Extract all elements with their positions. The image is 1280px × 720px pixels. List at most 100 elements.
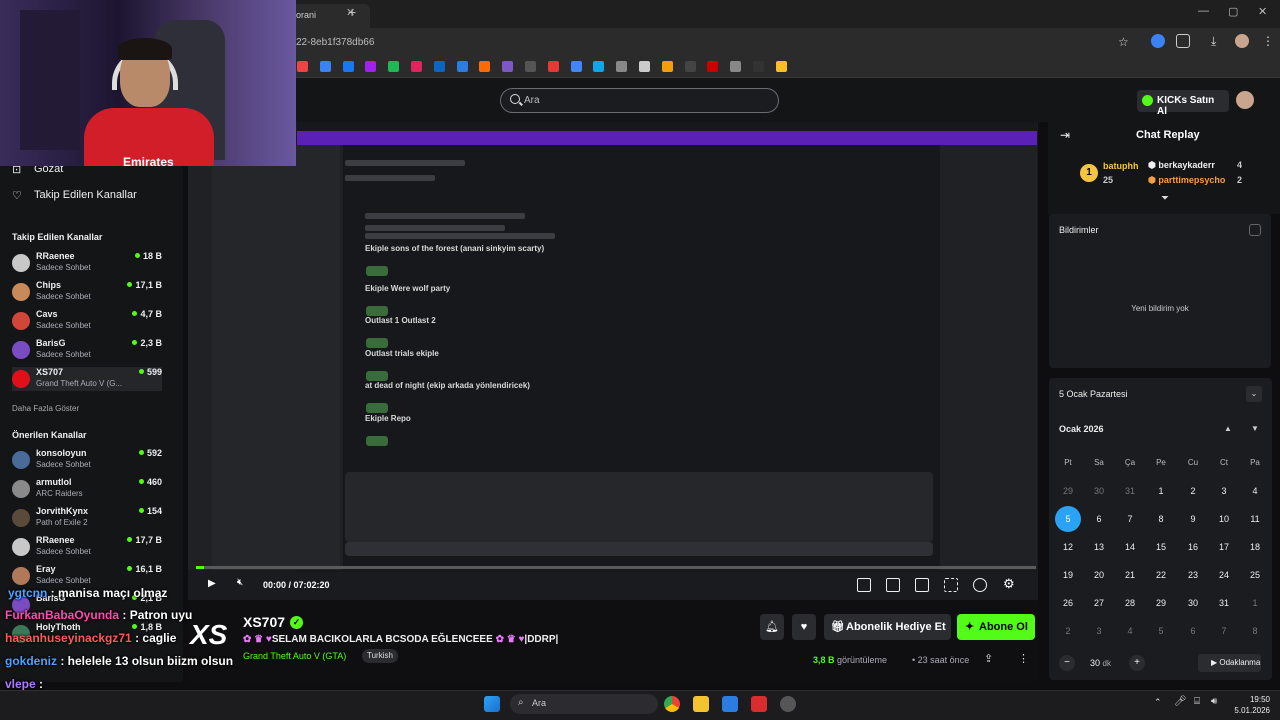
calendar-day[interactable]: 8 (1148, 509, 1174, 529)
calendar-day[interactable]: 8 (1242, 621, 1268, 641)
bookmark-favicon-icon[interactable] (547, 61, 559, 72)
next-month-icon[interactable]: ▼ (1251, 424, 1259, 433)
calendar-day[interactable]: 20 (1086, 565, 1112, 585)
theater-icon[interactable] (915, 578, 929, 592)
network-icon[interactable]: ⌸ (1194, 696, 1200, 707)
bookmark-favicon-icon[interactable] (661, 61, 673, 72)
speed-icon[interactable] (973, 578, 987, 592)
focus-decrease-button[interactable]: − (1059, 655, 1075, 671)
tray-expand-icon[interactable]: ⌃ (1154, 697, 1162, 708)
channel-name[interactable]: XS707 (243, 614, 285, 630)
calendar-day[interactable]: 3 (1211, 481, 1237, 501)
calendar-day[interactable]: 27 (1086, 593, 1112, 613)
subscribe-button[interactable]: ✦ Abone Ol (957, 614, 1035, 640)
gifter-2-name[interactable]: ⬢ berkaykaderr (1148, 160, 1215, 171)
maximize-icon[interactable]: ▢ (1228, 5, 1238, 18)
calendar-day[interactable]: 6 (1180, 621, 1206, 641)
new-tab-icon[interactable]: + (348, 4, 356, 20)
calendar-day[interactable]: 14 (1117, 537, 1143, 557)
calendar-day[interactable]: 30 (1086, 481, 1112, 501)
calendar-day[interactable]: 10 (1211, 509, 1237, 529)
more-options-icon[interactable]: ⋮ (1018, 652, 1029, 665)
app2-icon[interactable] (780, 696, 796, 712)
following-channel[interactable]: BarisG Sadece Sohbet 2,3 B (12, 338, 162, 362)
browser-menu-icon[interactable]: ⋮ (1262, 34, 1274, 48)
fullscreen-icon[interactable] (944, 578, 958, 592)
following-channel[interactable]: Cavs Sadece Sohbet 4,7 B (12, 309, 162, 333)
prev-month-icon[interactable]: ▲ (1224, 424, 1232, 433)
bookmark-favicon-icon[interactable] (342, 61, 354, 72)
calendar-day[interactable]: 13 (1086, 537, 1112, 557)
bookmark-favicon-icon[interactable] (411, 61, 422, 72)
calendar-day[interactable]: 29 (1148, 593, 1174, 613)
file-explorer-icon[interactable] (693, 696, 709, 712)
calendar-day[interactable]: 25 (1242, 565, 1268, 585)
notification-bell-button[interactable]: 🔔︎ (760, 614, 784, 640)
calendar-day[interactable]: 31 (1211, 593, 1237, 613)
bookmark-star-icon[interactable]: ☆ (1118, 35, 1129, 49)
share-icon[interactable]: ⇪ (984, 652, 993, 665)
notification-settings-icon[interactable] (1249, 224, 1261, 236)
collapse-chat-icon[interactable]: ⇥ (1060, 128, 1070, 142)
sidebar-item-following[interactable]: Takip Edilen Kanallar (34, 189, 137, 201)
bookmark-favicon-icon[interactable] (730, 61, 742, 72)
calendar-day[interactable]: 1 (1148, 481, 1174, 501)
calendar-day[interactable]: 29 (1055, 481, 1081, 501)
recommended-channel[interactable]: konsoloyun Sadece Sohbet 592 (12, 448, 162, 472)
calendar-day[interactable]: 15 (1148, 537, 1174, 557)
bookmark-favicon-icon[interactable] (319, 61, 331, 72)
profile-avatar[interactable] (1235, 34, 1249, 48)
store-icon[interactable] (722, 696, 738, 712)
bookmark-favicon-icon[interactable] (456, 61, 468, 72)
focus-increase-button[interactable]: + (1129, 655, 1145, 671)
browser-tab[interactable]: orani (290, 4, 370, 28)
calendar-day[interactable]: 17 (1211, 537, 1237, 557)
mic-icon[interactable]: 🎤︎ (1174, 696, 1187, 707)
buy-kicks-button[interactable]: KICKs Satın Al (1137, 90, 1229, 117)
play-icon[interactable]: ▶ (208, 578, 216, 589)
download-icon[interactable]: ⤓ (1211, 34, 1216, 49)
window-close-icon[interactable]: ✕ (1258, 5, 1267, 18)
app-icon[interactable] (751, 696, 767, 712)
bookmark-favicon-icon[interactable] (753, 61, 764, 72)
gift-sub-button[interactable]: 🎁︎ Abonelik Hediye Et (824, 614, 951, 640)
calendar-day[interactable]: 23 (1180, 565, 1206, 585)
top-gifter-name[interactable]: batuphh (1103, 161, 1139, 171)
user-avatar[interactable] (1236, 91, 1254, 109)
recommended-channel[interactable]: RRaenee Sadece Sohbet 17,7 B (12, 535, 162, 559)
calendar-day[interactable]: 28 (1117, 593, 1143, 613)
mute-icon[interactable]: 🔇︎ (237, 577, 243, 588)
bookmark-favicon-icon[interactable] (775, 61, 787, 72)
calendar-day[interactable]: 7 (1117, 509, 1143, 529)
clip-icon[interactable] (886, 578, 900, 592)
calendar-day[interactable]: 4 (1242, 481, 1268, 501)
calendar-day[interactable]: 2 (1180, 481, 1206, 501)
calendar-day[interactable]: 6 (1086, 509, 1112, 529)
calendar-collapse-icon[interactable]: ⌄ (1246, 386, 1262, 402)
bookmark-favicon-icon[interactable] (479, 61, 491, 72)
settings-gear-icon[interactable]: ⚙ (1003, 576, 1015, 592)
calendar-day[interactable]: 12 (1055, 537, 1081, 557)
extension-icon[interactable] (1151, 34, 1165, 48)
following-channel[interactable]: RRaenee Sadece Sohbet 18 B (12, 251, 162, 275)
calendar-day[interactable]: 7 (1211, 621, 1237, 641)
recommended-channel[interactable]: armutlol ARC Raiders 460 (12, 477, 162, 501)
calendar-day[interactable]: 11 (1242, 509, 1268, 529)
start-button-icon[interactable] (484, 696, 500, 712)
channel-logo[interactable]: XS (190, 619, 227, 651)
calendar-day[interactable]: 9 (1180, 509, 1206, 529)
bookmark-favicon-icon[interactable] (616, 61, 628, 72)
calendar-day[interactable]: 22 (1148, 565, 1174, 585)
bookmark-favicon-icon[interactable] (707, 61, 719, 72)
progress-bar[interactable] (196, 566, 1036, 569)
system-clock[interactable]: 19:50 5.01.2026 (1234, 694, 1270, 716)
extensions-puzzle-icon[interactable] (1176, 34, 1190, 48)
url-text[interactable]: 22-8eb1f378db66 (296, 37, 374, 48)
minimize-icon[interactable]: — (1198, 5, 1209, 17)
taskbar-search[interactable]: ⌕ Ara (510, 694, 658, 714)
miniplayer-icon[interactable] (857, 578, 871, 592)
bookmark-favicon-icon[interactable] (570, 61, 582, 72)
calendar-day[interactable]: 31 (1117, 481, 1143, 501)
calendar-day[interactable]: 16 (1180, 537, 1206, 557)
calendar-day[interactable]: 19 (1055, 565, 1081, 585)
